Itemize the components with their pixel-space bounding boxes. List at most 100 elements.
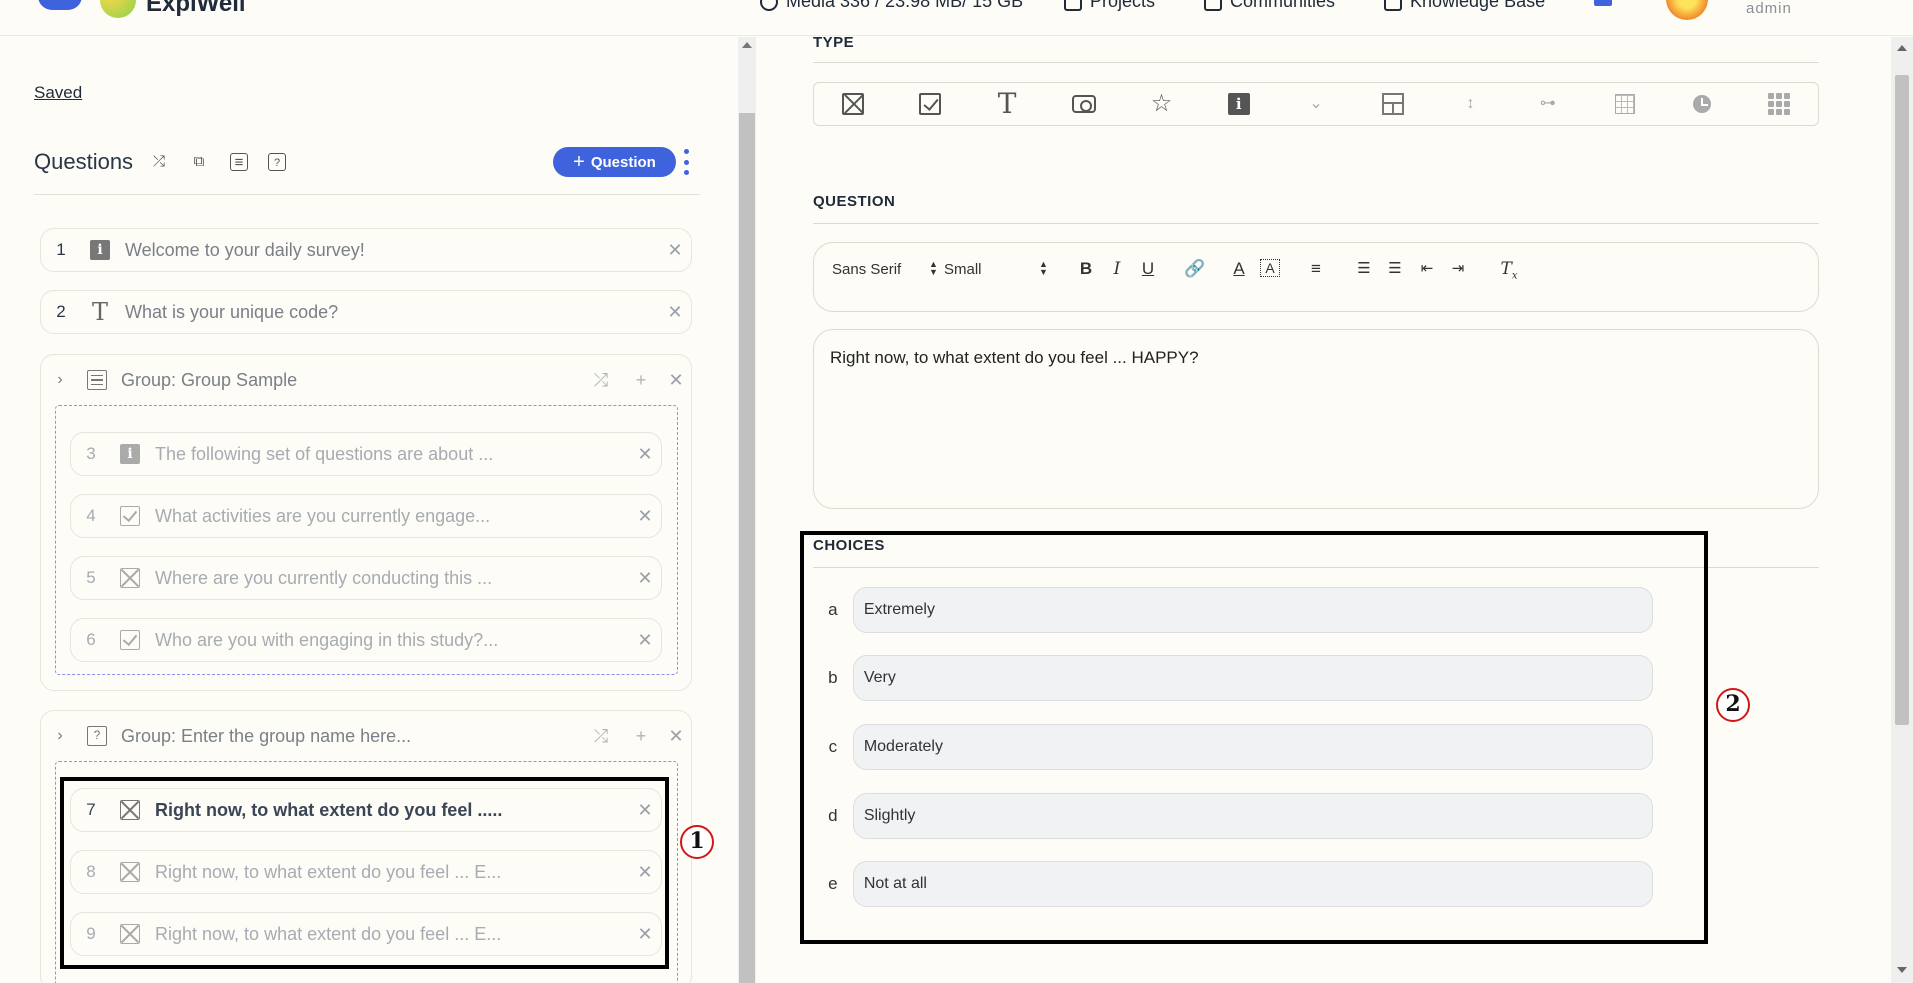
question-item-5[interactable]: 5 Where are you currently conducting thi… <box>70 556 662 600</box>
size-select[interactable]: Small <box>944 261 982 278</box>
text-icon: T <box>997 87 1017 120</box>
top-navbar: ExpiWell Media 336 / 23.98 MB/ 15 GB Pro… <box>0 0 1913 36</box>
font-select[interactable]: Sans Serif <box>832 261 901 278</box>
delete-question-icon[interactable]: ✕ <box>629 506 661 527</box>
scrollbar-thumb[interactable] <box>1895 75 1909 725</box>
delete-question-icon[interactable]: ✕ <box>629 444 661 465</box>
editor-scrollbar[interactable] <box>1891 37 1913 983</box>
question-number: 2 <box>56 302 66 321</box>
type-dropdown[interactable]: ⌄ <box>1277 82 1354 126</box>
type-single-choice[interactable] <box>814 82 891 126</box>
add-icon[interactable]: + <box>621 726 661 747</box>
matrix-icon <box>1614 94 1635 114</box>
type-matrix[interactable] <box>1586 82 1663 126</box>
type-grid[interactable] <box>1741 82 1818 126</box>
question-text: The following set of questions are about… <box>155 443 494 464</box>
add-icon[interactable]: + <box>621 370 661 391</box>
bell-icon[interactable] <box>1594 0 1612 6</box>
highlight-box-2 <box>800 531 1708 944</box>
plus-icon: + <box>573 150 585 173</box>
text-color-icon[interactable]: A <box>1229 259 1249 279</box>
add-question-button[interactable]: + Question <box>553 147 676 177</box>
info-icon: i <box>1227 93 1250 115</box>
question-text-editor[interactable]: Right now, to what extent do you feel ..… <box>813 329 1819 509</box>
type-layout[interactable] <box>1355 82 1432 126</box>
ordered-list-icon[interactable]: ☰ <box>1354 259 1374 277</box>
info-icon: i <box>120 444 140 464</box>
star-icon: ☆ <box>1150 90 1173 117</box>
shuffle-icon[interactable]: ⤮ <box>581 726 621 747</box>
question-text: Where are you currently conducting this … <box>155 567 493 588</box>
question-item-6[interactable]: 6 Who are you with engaging in this stud… <box>70 618 662 662</box>
scroll-down-icon[interactable] <box>1897 967 1907 973</box>
chevron-right-icon[interactable]: › <box>41 371 79 389</box>
type-text[interactable]: T <box>968 82 1045 126</box>
user-role: admin <box>1746 0 1792 17</box>
question-item-4[interactable]: 4 What activities are you currently enga… <box>70 494 662 538</box>
questions-title: Questions <box>34 149 134 174</box>
help-icon: ? <box>87 726 107 746</box>
group-icon[interactable]: ≡ <box>230 153 248 171</box>
brand-logo-icon <box>100 0 136 18</box>
scroll-up-icon[interactable] <box>1897 45 1907 51</box>
avatar[interactable] <box>1666 0 1708 20</box>
type-time[interactable] <box>1664 82 1741 126</box>
align-left-icon[interactable]: ≡ <box>1306 259 1326 279</box>
marker-2: 2 <box>1716 688 1750 722</box>
font-select-arrows-icon: ▲ ▼ <box>929 259 938 277</box>
group-header[interactable]: › ? Group: Enter the group name here... … <box>41 711 691 761</box>
type-divider <box>813 62 1819 63</box>
nav-communities[interactable]: Communities <box>1204 0 1335 12</box>
group-header[interactable]: › Group: Group Sample ⤮ + ✕ <box>41 355 691 405</box>
type-photo[interactable] <box>1046 82 1123 126</box>
nav-projects[interactable]: Projects <box>1064 0 1155 12</box>
delete-group-icon[interactable]: ✕ <box>661 370 691 391</box>
scroll-up-icon[interactable] <box>742 42 752 48</box>
delete-question-icon[interactable]: ✕ <box>629 630 661 651</box>
more-options-icon[interactable] <box>684 149 690 175</box>
bullet-list-icon[interactable]: ☰ <box>1385 259 1405 277</box>
group-title: Group: Group Sample <box>121 369 298 390</box>
nav-knowledge-base[interactable]: Knowledge Base <box>1384 0 1545 12</box>
italic-icon[interactable]: I <box>1107 259 1127 279</box>
background-color-icon[interactable]: A <box>1260 259 1280 277</box>
scrollbar-thumb[interactable] <box>739 113 755 983</box>
indent-icon[interactable]: ⇥ <box>1448 259 1468 277</box>
type-horizontal-slider[interactable]: ⊶ <box>1509 82 1586 126</box>
add-question-label: Question <box>590 153 656 171</box>
clear-format-icon[interactable]: Tx <box>1499 259 1519 281</box>
chevron-right-icon[interactable]: › <box>41 727 79 745</box>
type-multiple-choice[interactable] <box>891 82 968 126</box>
media-icon <box>760 0 778 11</box>
type-info[interactable]: i <box>1200 82 1277 126</box>
question-number: 5 <box>86 568 96 587</box>
delete-question-icon[interactable]: ✕ <box>629 568 661 589</box>
layout-icon <box>1382 93 1405 115</box>
delete-question-icon[interactable]: ✕ <box>659 240 691 261</box>
delete-group-icon[interactable]: ✕ <box>661 726 691 747</box>
nav-media-label: Media 336 / 23.98 MB/ 15 GB <box>786 0 1024 11</box>
bold-icon[interactable]: B <box>1076 259 1096 279</box>
type-vertical-slider[interactable]: ↕ <box>1432 82 1509 126</box>
question-item-1[interactable]: 1 i Welcome to your daily survey! ✕ <box>40 228 692 272</box>
single-choice-type-icon <box>120 568 140 588</box>
shuffle-icon[interactable]: ⤮ <box>581 370 621 391</box>
question-item-2[interactable]: 2 T What is your unique code? ✕ <box>40 290 692 334</box>
copy-icon[interactable]: ⧉ <box>190 153 208 171</box>
help-icon[interactable]: ? <box>268 153 286 171</box>
type-rating[interactable]: ☆ <box>1123 82 1200 126</box>
questions-scrollbar[interactable] <box>738 37 756 983</box>
checkbox-type-icon <box>120 630 140 650</box>
link-icon[interactable]: 🔗 <box>1184 259 1205 279</box>
underline-icon[interactable]: U <box>1138 259 1158 279</box>
header-divider <box>34 194 700 195</box>
saved-link[interactable]: Saved <box>34 83 82 103</box>
question-item-3[interactable]: 3 i The following set of questions are a… <box>70 432 662 476</box>
question-text: What activities are you currently engage… <box>155 505 491 526</box>
outdent-icon[interactable]: ⇤ <box>1417 259 1437 277</box>
delete-question-icon[interactable]: ✕ <box>659 302 691 323</box>
shuffle-icon[interactable]: ⤮ <box>150 153 168 171</box>
menu-toggle-button[interactable] <box>38 0 82 10</box>
nav-media[interactable]: Media 336 / 23.98 MB/ 15 GB <box>760 0 1023 12</box>
communities-icon <box>1204 0 1222 11</box>
